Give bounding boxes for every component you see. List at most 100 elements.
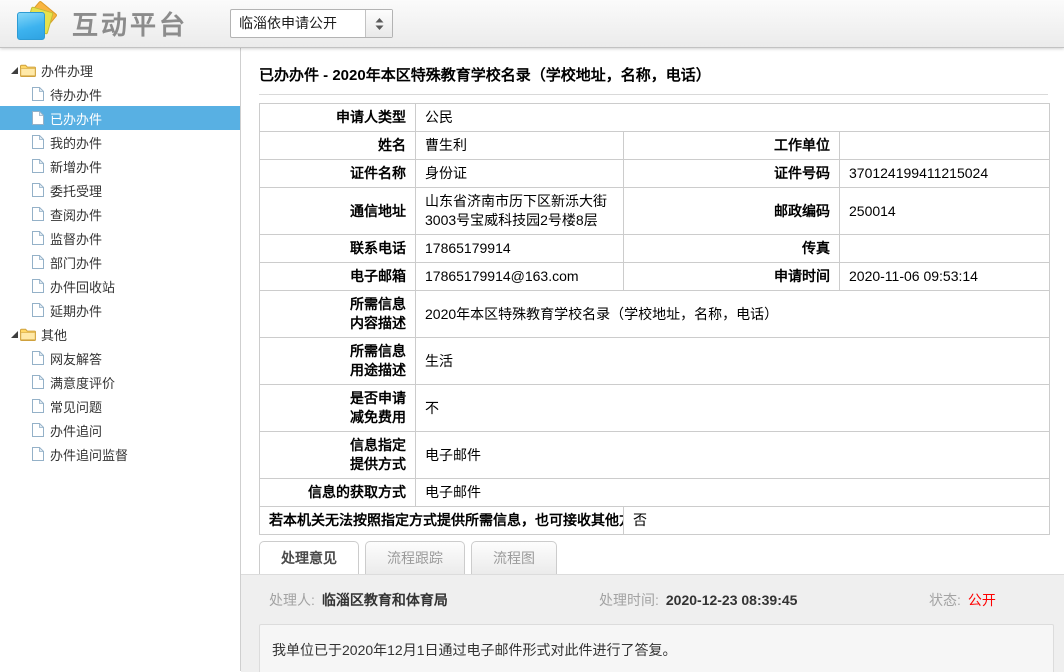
main-layout: 办件办理待办办件已办办件我的办件新增办件委托受理查阅办件监督办件部门办件办件回收…	[0, 48, 1064, 671]
detail-value	[840, 132, 1050, 160]
document-icon	[32, 207, 44, 221]
document-icon	[32, 231, 44, 245]
detail-value: 山东省济南市历下区新泺大街3003号宝威科技园2号楼8层	[416, 188, 624, 235]
sidebar-folder-0[interactable]: 办件办理	[0, 58, 240, 82]
document-icon	[32, 423, 44, 437]
document-icon	[32, 255, 44, 269]
tree-expander-icon[interactable]	[8, 331, 20, 338]
select-arrows-icon[interactable]	[365, 10, 392, 37]
status-value: 公开	[968, 590, 996, 610]
workspace-select[interactable]: 临淄依申请公开	[230, 9, 393, 38]
sidebar-item[interactable]: 待办办件	[0, 82, 240, 106]
workspace-select-value: 临淄依申请公开	[231, 10, 365, 37]
page-title: 已办办件 - 2020年本区特殊教育学校名录（学校地址，名称，电话）	[259, 64, 1064, 85]
detail-label: 姓名	[260, 132, 416, 160]
status-meta: 状态: 公开	[929, 590, 996, 610]
time-label: 处理时间:	[599, 590, 659, 610]
detail-label: 电子邮箱	[260, 263, 416, 291]
sidebar-item-label: 办件追问	[50, 421, 102, 440]
detail-label: 邮政编码	[624, 188, 840, 235]
detail-row: 若本机关无法按照指定方式提供所需信息，也可接收其他方式否	[260, 507, 1050, 535]
detail-label: 联系电话	[260, 235, 416, 263]
sidebar-item-label: 办件回收站	[50, 277, 115, 296]
status-label: 状态:	[929, 590, 961, 610]
sidebar-item[interactable]: 部门办件	[0, 250, 240, 274]
sidebar-item-label: 延期办件	[50, 301, 102, 320]
detail-row: 是否申请 减免费用不	[260, 385, 1050, 432]
folder-icon	[20, 64, 36, 77]
document-icon	[32, 279, 44, 293]
content-area: 已办办件 - 2020年本区特殊教育学校名录（学校地址，名称，电话） 申请人类型…	[241, 48, 1064, 671]
sidebar-item-label: 常见问题	[50, 397, 102, 416]
sidebar-item-label: 网友解答	[50, 349, 102, 368]
time-meta: 处理时间: 2020-12-23 08:39:45	[599, 590, 929, 610]
sidebar-item[interactable]: 查阅办件	[0, 202, 240, 226]
detail-label: 是否申请 减免费用	[260, 385, 416, 432]
sidebar-item[interactable]: 办件追问	[0, 418, 240, 442]
sidebar-item[interactable]: 延期办件	[0, 298, 240, 322]
document-icon	[32, 159, 44, 173]
detail-value: 17865179914@163.com	[416, 263, 624, 291]
sidebar-item-label: 查阅办件	[50, 205, 102, 224]
detail-label: 申请人类型	[260, 104, 416, 132]
sidebar-item[interactable]: 常见问题	[0, 394, 240, 418]
detail-label: 通信地址	[260, 188, 416, 235]
detail-label: 证件名称	[260, 160, 416, 188]
title-divider	[259, 94, 1048, 95]
app-header: 互动平台 临淄依申请公开	[0, 0, 1064, 48]
sidebar-item[interactable]: 监督办件	[0, 226, 240, 250]
tabs-bar: 处理意见流程跟踪流程图	[259, 541, 1064, 574]
sidebar-item[interactable]: 办件回收站	[0, 274, 240, 298]
detail-value: 电子邮件	[416, 479, 1050, 507]
detail-row: 所需信息 用途描述生活	[260, 338, 1050, 385]
document-icon	[32, 87, 44, 101]
sidebar-item[interactable]: 我的办件	[0, 130, 240, 154]
sidebar-item-label: 办件追问监督	[50, 445, 128, 464]
tab-0[interactable]: 处理意见	[259, 541, 359, 574]
sidebar: 办件办理待办办件已办办件我的办件新增办件委托受理查阅办件监督办件部门办件办件回收…	[0, 48, 241, 671]
sidebar-folder-1[interactable]: 其他	[0, 322, 240, 346]
detail-value: 身份证	[416, 160, 624, 188]
detail-row: 姓名曹生利工作单位	[260, 132, 1050, 160]
detail-value: 17865179914	[416, 235, 624, 263]
detail-label: 所需信息 内容描述	[260, 291, 416, 338]
sidebar-item-label: 我的办件	[50, 133, 102, 152]
document-icon	[32, 303, 44, 317]
app-logo-icon	[14, 3, 62, 45]
detail-table: 申请人类型公民姓名曹生利工作单位证件名称身份证证件号码3701241994112…	[259, 103, 1050, 535]
detail-value: 250014	[840, 188, 1050, 235]
tree-expander-icon[interactable]	[8, 67, 20, 74]
sidebar-item[interactable]: 办件追问监督	[0, 442, 240, 466]
document-icon	[32, 135, 44, 149]
document-icon	[32, 111, 44, 125]
detail-row: 所需信息 内容描述2020年本区特殊教育学校名录（学校地址，名称，电话）	[260, 291, 1050, 338]
sidebar-item-label: 委托受理	[50, 181, 102, 200]
document-icon	[32, 375, 44, 389]
detail-value: 2020-11-06 09:53:14	[840, 263, 1050, 291]
logo-front-square	[17, 12, 45, 40]
document-icon	[32, 447, 44, 461]
sidebar-item-label: 已办办件	[50, 109, 102, 128]
document-icon	[32, 351, 44, 365]
detail-row: 信息指定 提供方式电子邮件	[260, 432, 1050, 479]
detail-row: 信息的获取方式电子邮件	[260, 479, 1050, 507]
sidebar-item-label: 满意度评价	[50, 373, 115, 392]
time-value: 2020-12-23 08:39:45	[666, 592, 798, 608]
detail-row: 申请人类型公民	[260, 104, 1050, 132]
detail-value: 否	[624, 507, 1050, 535]
opinion-message-box: 我单位已于2020年12月1日通过电子邮件形式对此件进行了答复。	[259, 624, 1054, 672]
detail-label: 若本机关无法按照指定方式提供所需信息，也可接收其他方式	[260, 507, 624, 535]
tab-1[interactable]: 流程跟踪	[365, 541, 465, 574]
sidebar-item[interactable]: 已办办件	[0, 106, 240, 130]
detail-value: 不	[416, 385, 1050, 432]
tab-2[interactable]: 流程图	[471, 541, 557, 574]
document-icon	[32, 399, 44, 413]
sidebar-item[interactable]: 满意度评价	[0, 370, 240, 394]
detail-value: 电子邮件	[416, 432, 1050, 479]
sidebar-item[interactable]: 委托受理	[0, 178, 240, 202]
app-title: 互动平台	[72, 5, 188, 42]
detail-row: 电子邮箱17865179914@163.com申请时间2020-11-06 09…	[260, 263, 1050, 291]
sidebar-item[interactable]: 网友解答	[0, 346, 240, 370]
sidebar-item[interactable]: 新增办件	[0, 154, 240, 178]
detail-value: 2020年本区特殊教育学校名录（学校地址，名称，电话）	[416, 291, 1050, 338]
